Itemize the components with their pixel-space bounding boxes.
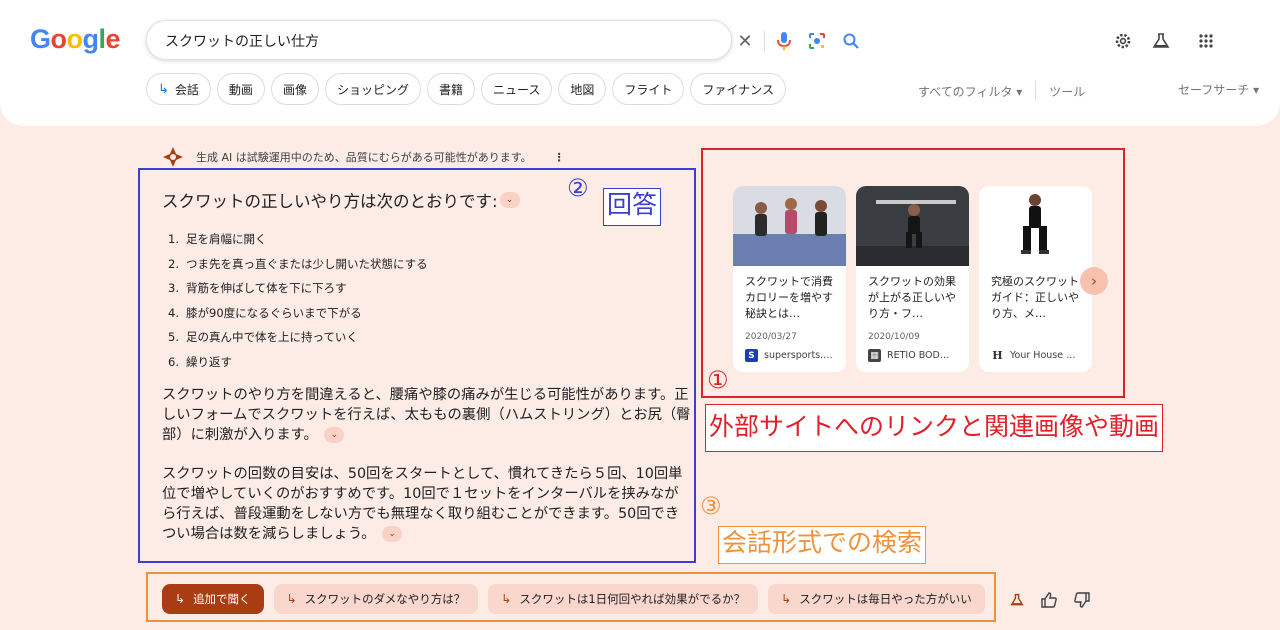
microphone-icon[interactable] xyxy=(774,31,794,51)
search-input[interactable] xyxy=(165,28,585,54)
search-box: ✕ xyxy=(146,20,859,60)
chip-label: 会話 xyxy=(174,82,199,97)
lens-icon[interactable] xyxy=(807,31,827,51)
reply-arrow-icon: ↳ xyxy=(175,592,186,606)
annotation-label: 外部サイトへのリンクと関連画像や動画 xyxy=(705,404,1164,452)
reply-arrow-icon: ↳ xyxy=(781,592,792,606)
labs-flask-icon[interactable] xyxy=(1150,30,1172,52)
suggested-question[interactable]: ↳ スクワットのダメなやり方は？ xyxy=(273,584,479,614)
search-tabs: ↳ 会話 動画 画像 ショッピング 書籍 ニュース 地図 フライト ファイナンス xyxy=(146,73,786,105)
button-label: 追加で聞く xyxy=(193,592,251,606)
header: Google ✕ ↳ 会話 動画 画像 ショッピング 書籍 ニュース 地図 フライ… xyxy=(0,0,1280,126)
suggestion-text: スクワットは1日何回やれば効果がでるか？ xyxy=(519,592,746,606)
apps-grid-icon[interactable] xyxy=(1195,30,1217,52)
annotation-box-answer xyxy=(138,168,696,563)
tab-news[interactable]: ニュース xyxy=(480,73,553,105)
reply-arrow-icon: ↳ xyxy=(286,592,297,606)
annotation-label: 回答 xyxy=(603,188,662,226)
close-icon[interactable]: ✕ xyxy=(735,31,755,52)
tab-shopping[interactable]: ショッピング xyxy=(324,73,421,105)
reply-arrow-icon: ↳ xyxy=(158,81,169,97)
tab-images[interactable]: 画像 xyxy=(270,73,319,105)
tab-videos[interactable]: 動画 xyxy=(216,73,265,105)
reply-arrow-icon: ↳ xyxy=(501,592,512,606)
google-logo[interactable]: Google xyxy=(30,24,121,55)
suggestion-text: スクワットのダメなやり方は？ xyxy=(304,592,466,606)
filter-divider xyxy=(1035,81,1037,101)
tools-button[interactable]: ツール xyxy=(1049,83,1085,100)
thumbs-up-icon[interactable] xyxy=(1040,591,1058,609)
ask-followup-button[interactable]: ↳ 追加で聞く xyxy=(162,584,264,614)
annotation-number: ① xyxy=(707,366,729,394)
suggested-question[interactable]: ↳ スクワットは1日何回やれば効果がでるか？ xyxy=(488,584,759,614)
suggested-question[interactable]: ↳ スクワットは毎日やった方がいい xyxy=(768,584,985,614)
annotation-number: ③ xyxy=(700,492,722,520)
tab-maps[interactable]: 地図 xyxy=(558,73,607,105)
annotation-box-links xyxy=(701,148,1125,398)
more-options-icon[interactable]: ⋮ xyxy=(554,151,565,164)
ai-notice-text: 生成 AI は試験運用中のため、品質にむらがある可能性があります。 xyxy=(196,151,532,164)
tab-flights[interactable]: フライト xyxy=(612,73,685,105)
ai-notice: 生成 AI は試験運用中のため、品質にむらがある可能性があります。 ⋮ xyxy=(162,146,565,168)
search-divider xyxy=(764,31,765,51)
suggestion-text: スクワットは毎日やった方がいい xyxy=(799,592,972,606)
filter-bar: すべてのフィルタ ▾ ツール xyxy=(918,81,1085,101)
thumbs-down-icon[interactable] xyxy=(1073,591,1091,609)
ai-spark-icon xyxy=(163,147,183,167)
tab-books[interactable]: 書籍 xyxy=(426,73,475,105)
annotation-number: ② xyxy=(567,174,589,202)
annotation-label: 会話形式での検索 xyxy=(718,526,927,564)
tab-conversation[interactable]: ↳ 会話 xyxy=(146,73,211,105)
labs-flask-icon[interactable] xyxy=(1008,591,1026,609)
safesearch-dropdown[interactable]: セーフサーチ ▾ xyxy=(1178,81,1259,98)
all-filters-dropdown[interactable]: すべてのフィルタ ▾ xyxy=(918,83,1022,100)
tab-finance[interactable]: ファイナンス xyxy=(690,73,786,105)
search-icon[interactable] xyxy=(841,31,861,51)
gear-icon[interactable] xyxy=(1112,30,1134,52)
followup-bar: ↳ 追加で聞く ↳ スクワットのダメなやり方は？ ↳ スクワットは1日何回やれば効果が… xyxy=(162,584,988,614)
